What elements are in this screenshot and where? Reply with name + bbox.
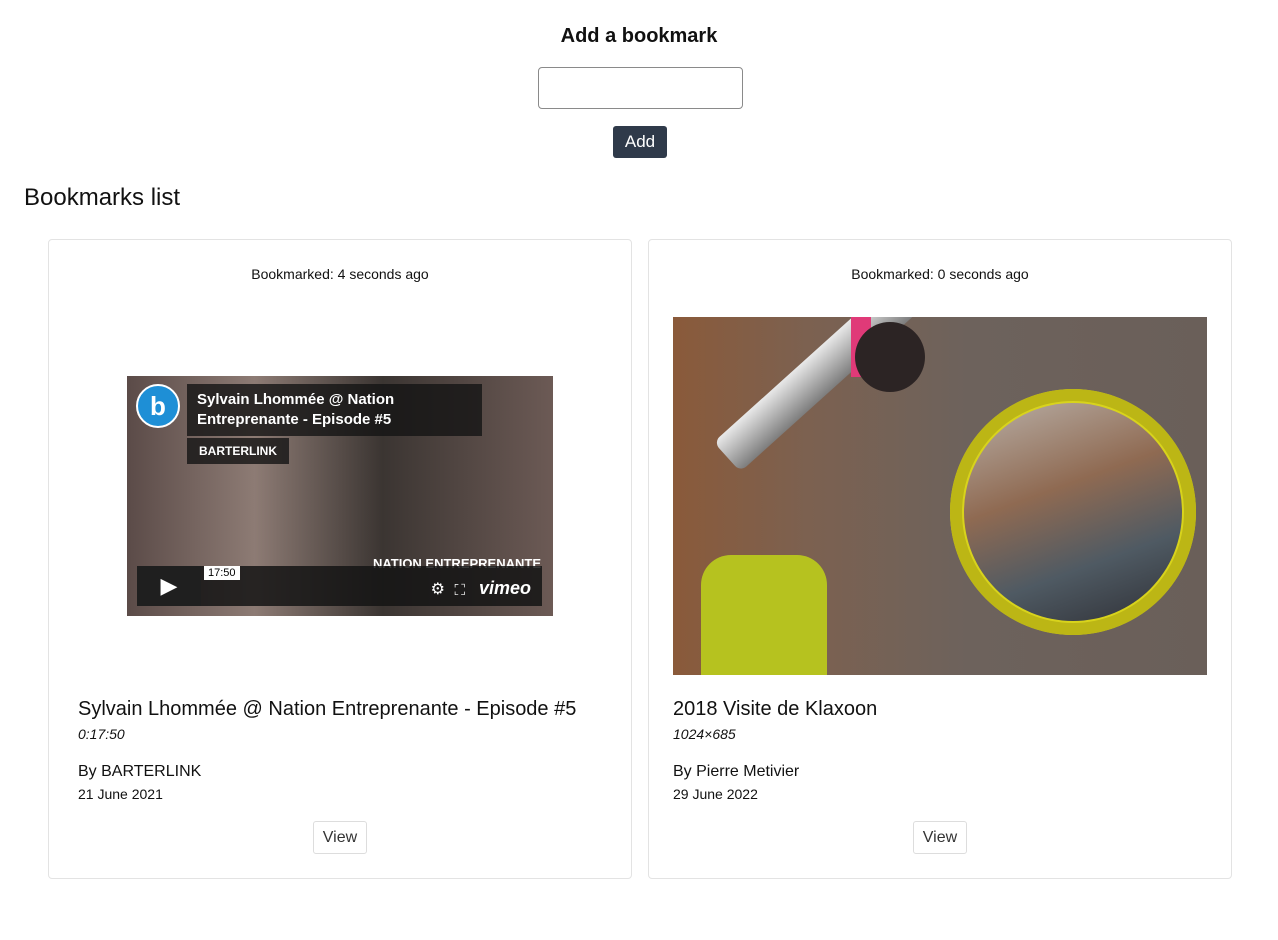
bookmark-card: Bookmarked: 0 seconds ago 2018 Visite de…: [648, 239, 1232, 879]
bookmarked-time: Bookmarked: 0 seconds ago: [851, 266, 1029, 282]
bookmark-date: 29 June 2022: [673, 786, 758, 802]
photo-window-view: [964, 403, 1182, 621]
bookmark-author: By Pierre Metivier: [673, 763, 800, 780]
video-time-tooltip: 17:50: [204, 566, 240, 580]
view-button[interactable]: View: [313, 821, 367, 854]
settings-gear-icon[interactable]: ⚙: [431, 579, 445, 599]
bookmarks-list-title: Bookmarks list: [24, 184, 181, 211]
photo-chair: [701, 555, 827, 675]
bookmark-date: 21 June 2021: [78, 786, 163, 802]
video-overlay-title[interactable]: Sylvain Lhommée @ Nation Entreprenante -…: [187, 384, 482, 436]
view-button[interactable]: View: [913, 821, 967, 854]
fullscreen-icon[interactable]: ⛶: [454, 582, 465, 599]
play-icon[interactable]: ▶: [137, 566, 201, 606]
photo-thumbnail: [673, 317, 1207, 675]
bookmark-url-input[interactable]: [538, 67, 743, 109]
add-bookmark-title: Add a bookmark: [560, 25, 718, 47]
bookmark-title: Sylvain Lhommée @ Nation Entreprenante -…: [78, 698, 577, 720]
bookmarked-time: Bookmarked: 4 seconds ago: [251, 266, 429, 282]
bookmark-author: By BARTERLINK: [78, 763, 202, 780]
channel-logo-icon[interactable]: b: [136, 384, 180, 428]
bookmark-card: Bookmarked: 4 seconds ago b Sylvain Lhom…: [48, 239, 632, 879]
photo-horn-bulb: [855, 322, 925, 392]
bookmark-duration: 0:17:50: [78, 726, 125, 742]
video-thumbnail[interactable]: b Sylvain Lhommée @ Nation Entreprenante…: [127, 376, 553, 616]
add-button[interactable]: Add: [613, 126, 667, 158]
bookmark-dimensions: 1024×685: [673, 726, 736, 742]
bookmark-title: 2018 Visite de Klaxoon: [673, 698, 878, 720]
vimeo-logo[interactable]: vimeo: [479, 578, 531, 599]
video-channel-badge[interactable]: BARTERLINK: [187, 438, 289, 464]
